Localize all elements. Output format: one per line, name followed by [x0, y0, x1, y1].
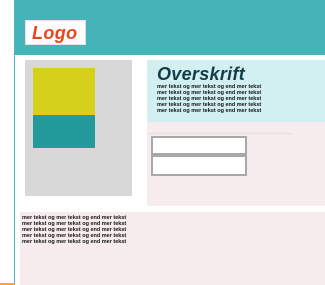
- teal-block: [33, 115, 95, 148]
- image-placeholder: [25, 60, 132, 196]
- yellow-block: [33, 68, 95, 115]
- page: Logo Overskrift mer tekst og mer tekst o…: [0, 0, 325, 285]
- logo-text: Logo: [32, 23, 78, 43]
- heading-paragraph: mer tekst og mer tekst og end mer tekst …: [157, 84, 262, 114]
- heading-panel: Overskrift mer tekst og mer tekst og end…: [147, 60, 325, 122]
- divider: [147, 133, 292, 134]
- logo[interactable]: Logo: [25, 20, 86, 45]
- text-input-2[interactable]: [151, 155, 247, 176]
- page-title: Overskrift: [157, 64, 246, 84]
- footer-text-panel: mer tekst og mer tekst og end mer tekst …: [20, 212, 325, 285]
- footer-paragraph: mer tekst og mer tekst og end mer tekst …: [22, 215, 127, 245]
- text-input-1[interactable]: [151, 136, 247, 155]
